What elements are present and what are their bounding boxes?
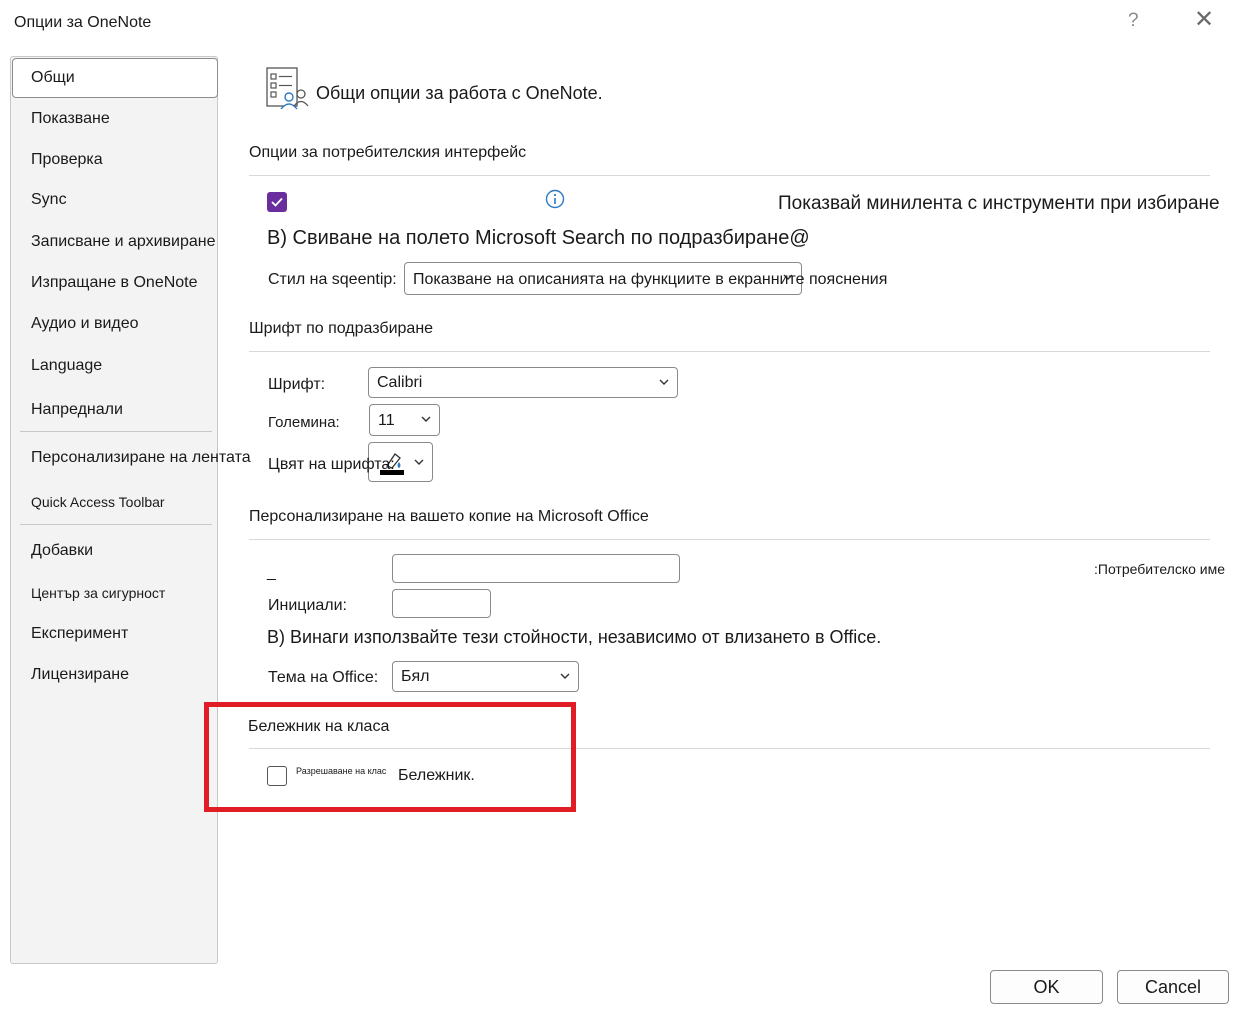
ok-button[interactable]: OK (990, 970, 1103, 1004)
font-size-value: 11 (378, 412, 395, 429)
size-label: Големина: (268, 414, 340, 431)
sidebar-item-language[interactable]: Language (31, 357, 102, 375)
font-select[interactable]: Calibri (368, 367, 678, 398)
sidebar-item-sync[interactable]: Sync (31, 191, 67, 209)
ui-options-section-title: Опции за потребителския интерфейс (249, 144, 527, 161)
personalize-section-title: Персонализиране на вашето копие на Micro… (249, 508, 649, 525)
screentip-style-value: Показване на описанията на функциите в е… (413, 271, 888, 288)
sidebar-item-customize-ribbon[interactable]: Персонализиране на лентата (31, 449, 251, 467)
mini-toolbar-checkbox[interactable] (267, 192, 287, 212)
chevron-down-icon (414, 459, 424, 465)
mini-toolbar-label: Показвай минилента с инструменти при изб… (778, 193, 1220, 214)
general-options-icon (266, 66, 310, 112)
checkmark-icon (271, 197, 283, 207)
section-divider (249, 175, 1210, 176)
always-use-values-label[interactable]: В) Винаги използвайте тези стойности, не… (267, 627, 881, 648)
section-divider (249, 351, 1210, 352)
font-color-label: Цвят на шрифта: (268, 456, 395, 473)
username-accelerator: _ (267, 564, 276, 581)
sidebar-item-audio-video[interactable]: Аудио и видео (31, 315, 139, 333)
font-size-select[interactable]: 11 (369, 404, 440, 436)
username-input[interactable] (392, 554, 680, 583)
office-theme-value: Бял (401, 668, 430, 685)
chevron-down-icon (421, 416, 431, 422)
chevron-down-icon (560, 673, 570, 679)
help-icon[interactable]: ? (1128, 10, 1139, 32)
sidebar-item-proofing[interactable]: Проверка (31, 151, 103, 169)
sidebar-item-experiment[interactable]: Експеримент (31, 625, 128, 643)
sidebar-item-licensing[interactable]: Лицензиране (31, 666, 129, 684)
office-theme-select[interactable]: Бял (392, 661, 579, 692)
sidebar-item-advanced[interactable]: Напреднали (31, 401, 123, 419)
page-title: Общи опции за работа с OneNote. (316, 83, 603, 103)
sidebar-divider (20, 431, 212, 432)
default-font-section-title: Шрифт по подразбиране (249, 320, 434, 337)
font-label: Шрифт: (268, 376, 326, 393)
font-select-value: Calibri (377, 374, 423, 391)
screentip-style-label: Стил на sqeentip: (268, 271, 397, 288)
sidebar: Общи Показване Проверка Sync Записване и… (10, 56, 251, 964)
info-icon (545, 189, 565, 209)
window-title: Опции за OneNote (14, 14, 152, 31)
initials-label: Инициали: (268, 597, 347, 614)
section-divider (249, 539, 1210, 540)
chevron-down-icon (659, 379, 669, 385)
cancel-button[interactable]: Cancel (1117, 970, 1229, 1004)
highlight-box (204, 702, 576, 812)
sidebar-item-general[interactable]: Общи (31, 69, 75, 87)
initials-input[interactable] (392, 589, 491, 618)
sidebar-item-display[interactable]: Показване (31, 110, 110, 128)
sidebar-divider (20, 524, 212, 525)
sidebar-item-add-ins[interactable]: Добавки (31, 542, 93, 560)
sidebar-item-send-to-onenote[interactable]: Изпращане в OneNote (31, 274, 198, 292)
sidebar-item-quick-access-toolbar[interactable]: Quick Access Toolbar (31, 494, 165, 510)
username-label: :Потребителско име (1094, 561, 1226, 577)
close-icon[interactable]: ✕ (1194, 8, 1214, 32)
sidebar-item-save-backup[interactable]: Записване и архивиране (31, 233, 215, 251)
sidebar-item-trust-center[interactable]: Център за сигурност (31, 585, 165, 601)
collapse-search-label[interactable]: В) Свиване на полето Microsoft Search по… (267, 227, 810, 250)
office-theme-label: Тема на Office: (268, 669, 379, 686)
